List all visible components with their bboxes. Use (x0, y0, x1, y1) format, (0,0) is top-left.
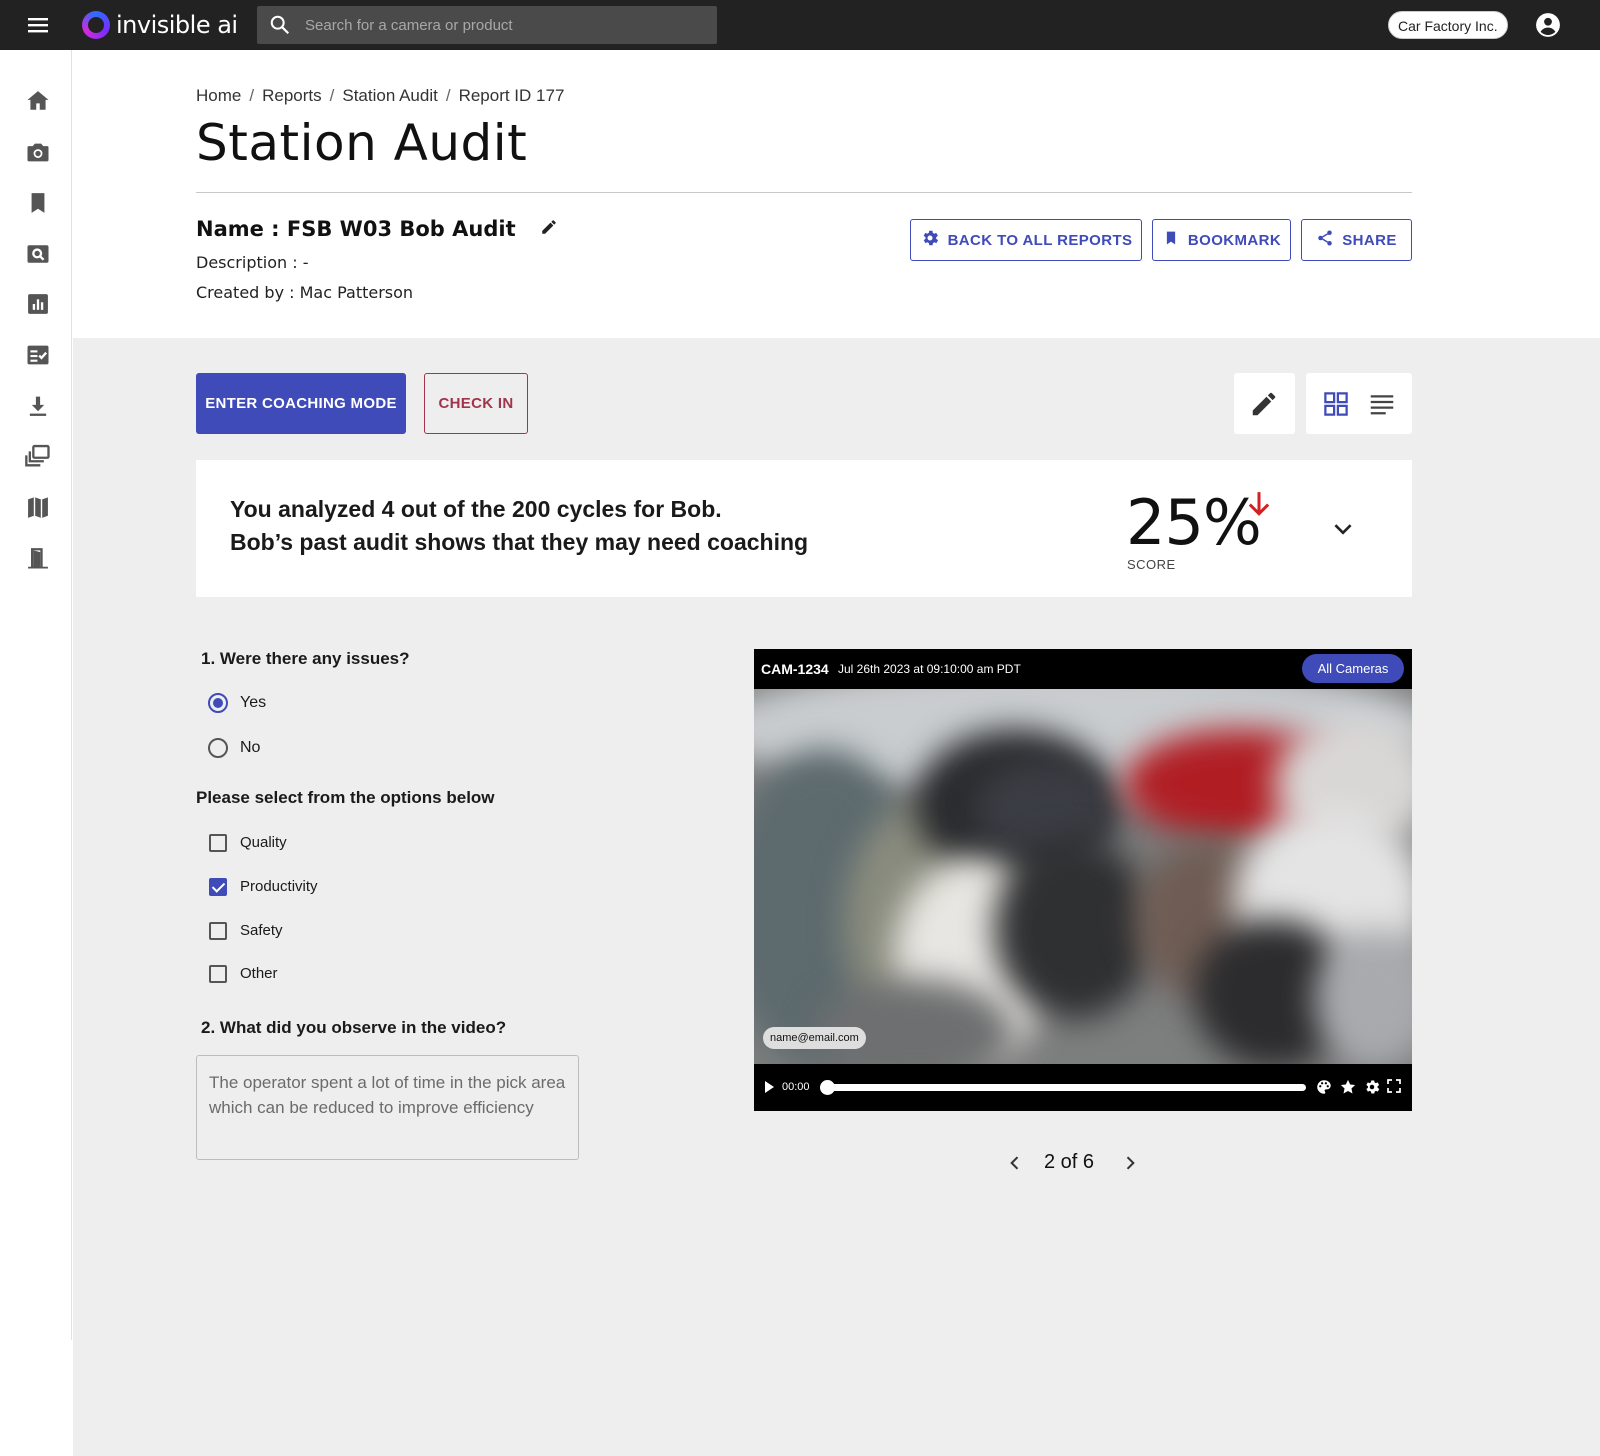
video-frame[interactable]: name@email.com (754, 689, 1412, 1064)
org-chip[interactable]: Car Factory Inc. (1388, 11, 1508, 39)
report-created-by: Created by : Mac Patterson (196, 283, 414, 302)
question-1-title: 1. Were there any issues? (201, 649, 410, 668)
back-to-all-reports-label: BACK TO ALL REPORTS (947, 231, 1133, 249)
logo-ring-icon (82, 11, 110, 39)
chevron-right-icon[interactable] (1120, 1153, 1140, 1178)
analytics-icon[interactable] (24, 290, 52, 318)
palette-icon[interactable] (1315, 1078, 1333, 1096)
checkbox-quality[interactable] (209, 834, 227, 852)
breadcrumb-reports[interactable]: Reports (262, 86, 322, 106)
download-icon[interactable] (24, 392, 52, 420)
bookmark-label: BOOKMARK (1187, 231, 1282, 249)
checkbox-productivity[interactable] (209, 878, 227, 896)
star-icon[interactable] (1339, 1078, 1357, 1096)
exit-icon[interactable] (24, 544, 52, 572)
radio-yes-label: Yes (240, 694, 267, 711)
summary-line-1: You analyzed 4 out of the 200 cycles for… (230, 496, 722, 522)
menu-icon[interactable] (22, 11, 54, 39)
playback-time: 00:00 (782, 1081, 810, 1093)
video-player: CAM-1234 Jul 26th 2023 at 09:10:00 am PD… (754, 649, 1412, 1111)
camera-timestamp: Jul 26th 2023 at 09:10:00 am PDT (838, 662, 1021, 676)
checkbox-safety-label: Safety (240, 922, 283, 939)
edit-tool-card (1234, 373, 1295, 434)
chevron-left-icon[interactable] (1005, 1153, 1025, 1178)
camera-id: CAM-1234 (761, 661, 829, 677)
question-2-title: 2. What did you observe in the video? (201, 1018, 507, 1037)
score-label: SCORE (1127, 557, 1176, 572)
check-in-button[interactable]: CHECK IN (424, 373, 528, 434)
breadcrumb-report-id: Report ID 177 (458, 86, 565, 105)
report-description: Description : - (196, 253, 309, 272)
gear-icon (920, 228, 940, 252)
checklist-icon[interactable] (24, 341, 52, 369)
radio-no[interactable] (208, 738, 228, 758)
checkbox-safety[interactable] (209, 922, 227, 940)
progress-scrubber[interactable] (820, 1080, 1306, 1095)
share-icon (1316, 229, 1334, 251)
report-name: Name : FSB W03 Bob Audit (196, 217, 516, 241)
score-value: 25% (1126, 486, 1262, 559)
page-title: Station Audit (196, 114, 528, 172)
sidebar-footer (0, 1340, 73, 1456)
all-cameras-button[interactable]: All Cameras (1302, 654, 1404, 683)
library-icon[interactable] (24, 442, 52, 470)
home-icon[interactable] (24, 87, 52, 115)
grid-view-icon[interactable] (1321, 389, 1351, 419)
enter-coaching-mode-button[interactable]: ENTER COACHING MODE (196, 373, 406, 434)
observation-textarea[interactable]: The operator spent a lot of time in the … (196, 1055, 579, 1160)
breadcrumb-home[interactable]: Home (196, 86, 241, 106)
fullscreen-icon[interactable] (1386, 1078, 1404, 1096)
checkbox-other[interactable] (209, 965, 227, 983)
chevron-down-icon[interactable] (1330, 516, 1356, 547)
sidebar (0, 50, 72, 1340)
edit-pencil-icon[interactable] (1249, 389, 1279, 419)
search-icon (269, 14, 291, 41)
bookmark-icon (1162, 229, 1180, 251)
audit-summary-card: You analyzed 4 out of the 200 cycles for… (196, 460, 1412, 597)
list-view-icon[interactable] (1367, 389, 1397, 419)
camera-icon[interactable] (24, 138, 52, 166)
player-controls: 00:00 (754, 1064, 1412, 1111)
top-bar: invisible ai Car Factory Inc. (0, 0, 1600, 50)
bookmark-icon[interactable] (24, 189, 52, 217)
options-subtitle: Please select from the options below (196, 788, 495, 807)
search-video-icon[interactable] (24, 240, 52, 268)
map-icon[interactable] (24, 493, 52, 521)
breadcrumb: Home / Reports / Station Audit / Report … (196, 86, 564, 106)
email-watermark: name@email.com (763, 1027, 866, 1049)
scrubber-handle[interactable] (820, 1080, 835, 1095)
bookmark-button[interactable]: BOOKMARK (1152, 219, 1291, 261)
edit-name-icon[interactable] (540, 218, 558, 241)
settings-gear-icon[interactable] (1363, 1078, 1381, 1096)
share-label: SHARE (1342, 231, 1397, 249)
header-divider (196, 192, 1412, 193)
breadcrumb-separator: / (445, 86, 451, 105)
search-box (257, 6, 717, 44)
search-input[interactable] (305, 6, 705, 44)
share-button[interactable]: SHARE (1301, 219, 1412, 261)
radio-no-label: No (240, 739, 261, 756)
checkbox-productivity-label: Productivity (240, 878, 318, 895)
radio-yes[interactable] (208, 693, 228, 713)
back-to-all-reports-button[interactable]: BACK TO ALL REPORTS (910, 219, 1142, 261)
account-icon[interactable] (1535, 12, 1561, 43)
checkbox-quality-label: Quality (240, 834, 287, 851)
breadcrumb-separator: / (249, 86, 255, 105)
pager-indicator: 2 of 6 (1044, 1151, 1095, 1173)
breadcrumb-station-audit[interactable]: Station Audit (342, 86, 437, 106)
summary-line-2: Bob’s past audit shows that they may nee… (230, 529, 809, 555)
trend-down-icon (1246, 490, 1272, 523)
breadcrumb-separator: / (329, 86, 335, 105)
brand-logo[interactable]: invisible ai (82, 10, 238, 40)
play-icon[interactable] (762, 1079, 776, 1100)
checkbox-other-label: Other (240, 965, 278, 982)
view-toggle-card (1306, 373, 1412, 434)
brand-name: invisible ai (116, 11, 238, 39)
